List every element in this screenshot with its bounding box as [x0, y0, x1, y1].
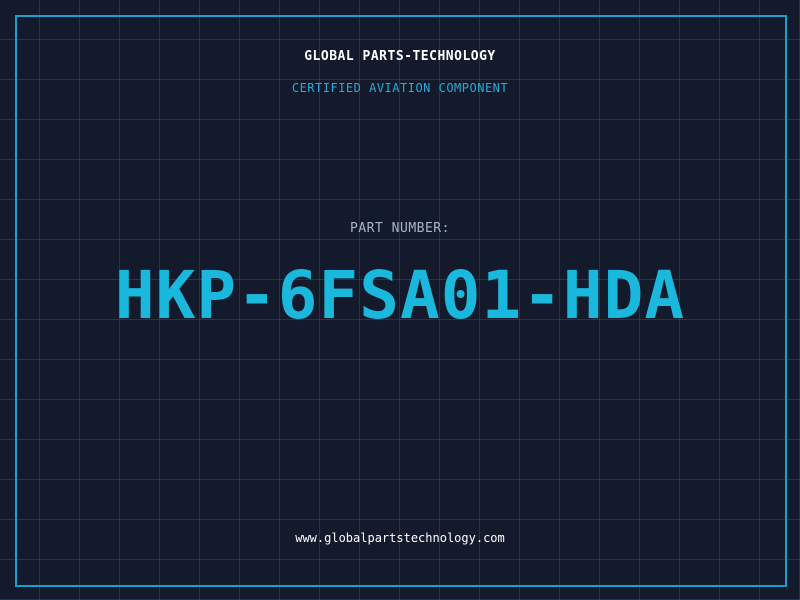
company-name: GLOBAL PARTS-TECHNOLOGY: [304, 49, 496, 64]
part-number-label: PART NUMBER:: [350, 221, 450, 236]
website-url: www.globalpartstechnology.com: [295, 531, 505, 545]
certificate-card: GLOBAL PARTS-TECHNOLOGY CERTIFIED AVIATI…: [0, 0, 800, 600]
part-number-value: HKP-6FSA01-HDA: [114, 257, 686, 334]
certification-subtitle: CERTIFIED AVIATION COMPONENT: [291, 81, 509, 95]
